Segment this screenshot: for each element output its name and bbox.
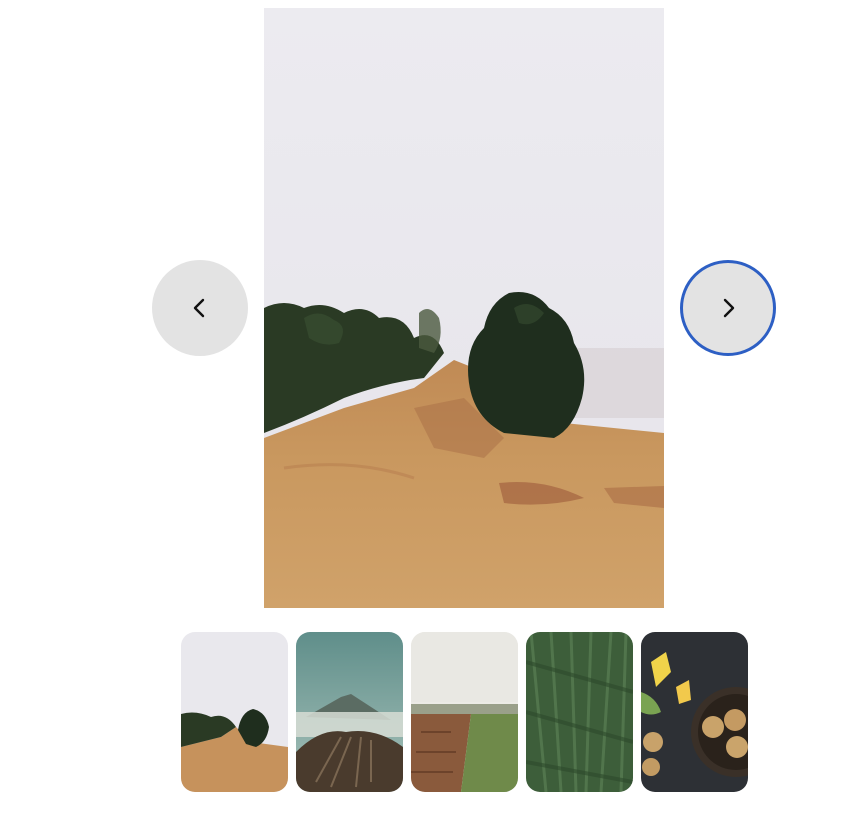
image-gallery: [0, 0, 866, 818]
thumbnail-cookies-image: [641, 632, 748, 792]
previous-button[interactable]: [152, 260, 248, 356]
thumbnail-volcano[interactable]: [296, 632, 403, 792]
thumbnail-field[interactable]: [411, 632, 518, 792]
thumbnail-hill[interactable]: [181, 632, 288, 792]
main-photo-hill: [264, 8, 664, 608]
thumbnail-volcano-image: [296, 632, 403, 792]
chevron-left-icon: [193, 298, 205, 318]
chevron-right-icon: [723, 298, 735, 318]
next-button[interactable]: [680, 260, 776, 356]
thumbnail-grass[interactable]: [526, 632, 633, 792]
thumbnail-field-image: [411, 632, 518, 792]
thumbnail-grass-image: [526, 632, 633, 792]
thumbnail-cookies[interactable]: [641, 632, 748, 792]
main-image: [264, 8, 664, 608]
thumbnail-hill-image: [181, 632, 288, 792]
thumbnail-strip: [181, 632, 748, 792]
